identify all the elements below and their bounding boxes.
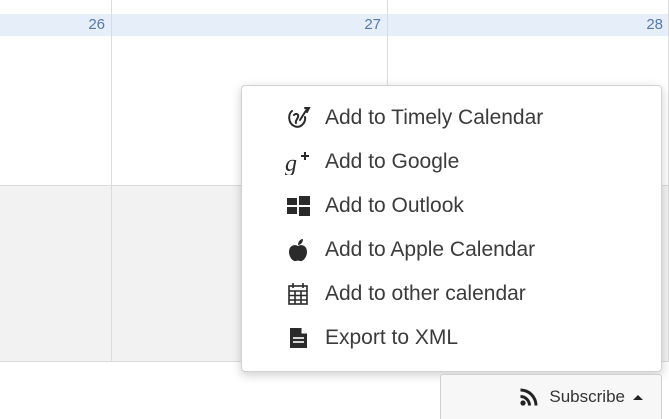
day-header-28[interactable]: 28 bbox=[388, 14, 669, 36]
day-header-27[interactable]: 27 bbox=[112, 14, 387, 36]
day-number: 27 bbox=[364, 16, 381, 33]
subscribe-dropdown-menu: Add to Timely Calendar g Add to Google A… bbox=[241, 85, 662, 372]
day-header-26[interactable]: 26 bbox=[0, 14, 111, 36]
menu-item-label: Add to other calendar bbox=[325, 282, 526, 305]
menu-item-other-calendar[interactable]: Add to other calendar bbox=[242, 272, 661, 316]
menu-item-export-xml[interactable]: Export to XML bbox=[242, 316, 661, 360]
caret-up-icon bbox=[633, 393, 643, 401]
google-plus-icon: g bbox=[285, 149, 311, 175]
menu-item-label: Add to Timely Calendar bbox=[325, 106, 544, 129]
windows-icon bbox=[285, 193, 311, 219]
menu-item-google[interactable]: g Add to Google bbox=[242, 140, 661, 184]
apple-icon bbox=[285, 237, 311, 263]
rss-icon bbox=[519, 387, 539, 407]
svg-text:g: g bbox=[285, 151, 297, 175]
menu-item-timely-calendar[interactable]: Add to Timely Calendar bbox=[242, 96, 661, 140]
menu-item-label: Add to Apple Calendar bbox=[325, 238, 536, 261]
calendar-icon bbox=[285, 281, 311, 307]
menu-item-outlook[interactable]: Add to Outlook bbox=[242, 184, 661, 228]
day-divider bbox=[111, 0, 112, 362]
menu-item-apple-calendar[interactable]: Add to Apple Calendar bbox=[242, 228, 661, 272]
subscribe-label: Subscribe bbox=[549, 387, 625, 406]
subscribe-button[interactable]: Subscribe bbox=[440, 374, 662, 419]
menu-item-label: Add to Outlook bbox=[325, 194, 464, 217]
file-icon bbox=[285, 325, 311, 351]
day-number: 28 bbox=[646, 16, 663, 33]
day-number: 26 bbox=[88, 16, 105, 33]
menu-item-label: Export to XML bbox=[325, 326, 459, 349]
menu-item-label: Add to Google bbox=[325, 150, 460, 173]
timely-icon bbox=[285, 105, 311, 131]
